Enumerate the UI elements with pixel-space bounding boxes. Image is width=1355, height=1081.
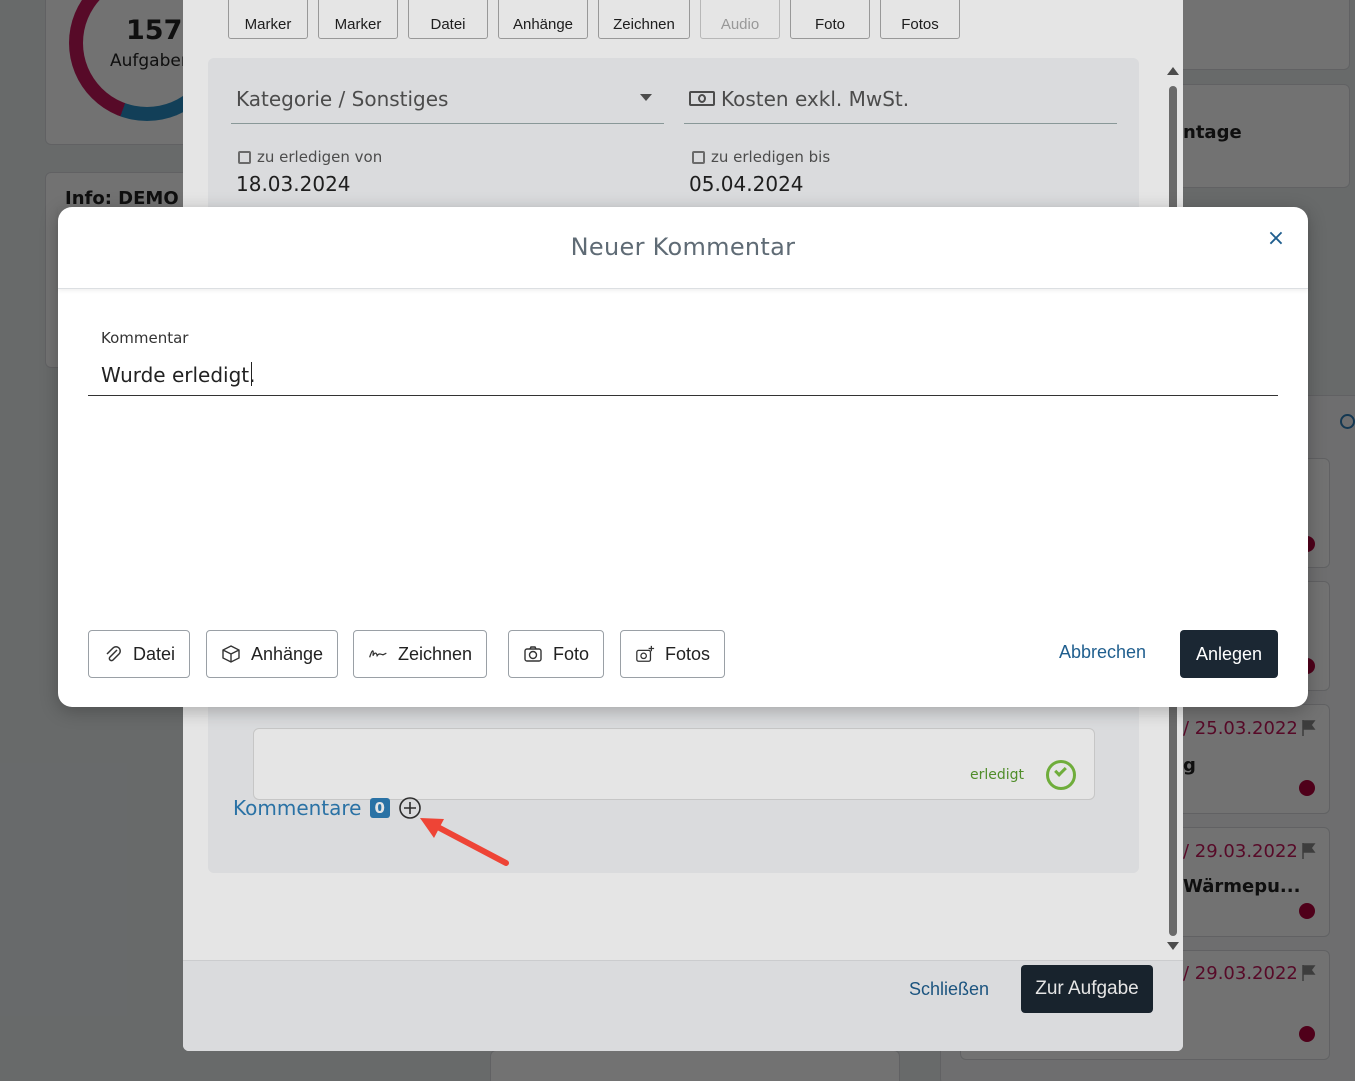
cancel-button[interactable]: Abbrechen: [1059, 642, 1146, 663]
modal-header: Neuer Kommentar ×: [58, 207, 1308, 289]
signature-icon: [369, 650, 387, 658]
new-comment-modal: Neuer Kommentar × Kommentar Datei Anhäng…: [58, 207, 1308, 707]
photo-button[interactable]: Foto: [508, 630, 605, 678]
create-button[interactable]: Anlegen: [1180, 630, 1278, 678]
text-cursor: [251, 362, 252, 386]
annotation-arrow-icon: [420, 818, 509, 866]
box-icon: [222, 645, 240, 663]
comment-input[interactable]: [88, 355, 1278, 396]
camera-icon: [524, 646, 542, 662]
comment-field-label: Kommentar: [101, 329, 189, 347]
draw-button[interactable]: Zeichnen: [353, 630, 488, 678]
attachments-button[interactable]: Anhänge: [206, 630, 339, 678]
paperclip-icon: [106, 646, 121, 662]
file-button[interactable]: Datei: [88, 630, 191, 678]
photos-button[interactable]: Fotos: [620, 630, 726, 678]
camera-plus-icon: [636, 645, 655, 662]
close-icon[interactable]: ×: [1266, 228, 1286, 250]
modal-title: Neuer Kommentar: [570, 233, 796, 261]
